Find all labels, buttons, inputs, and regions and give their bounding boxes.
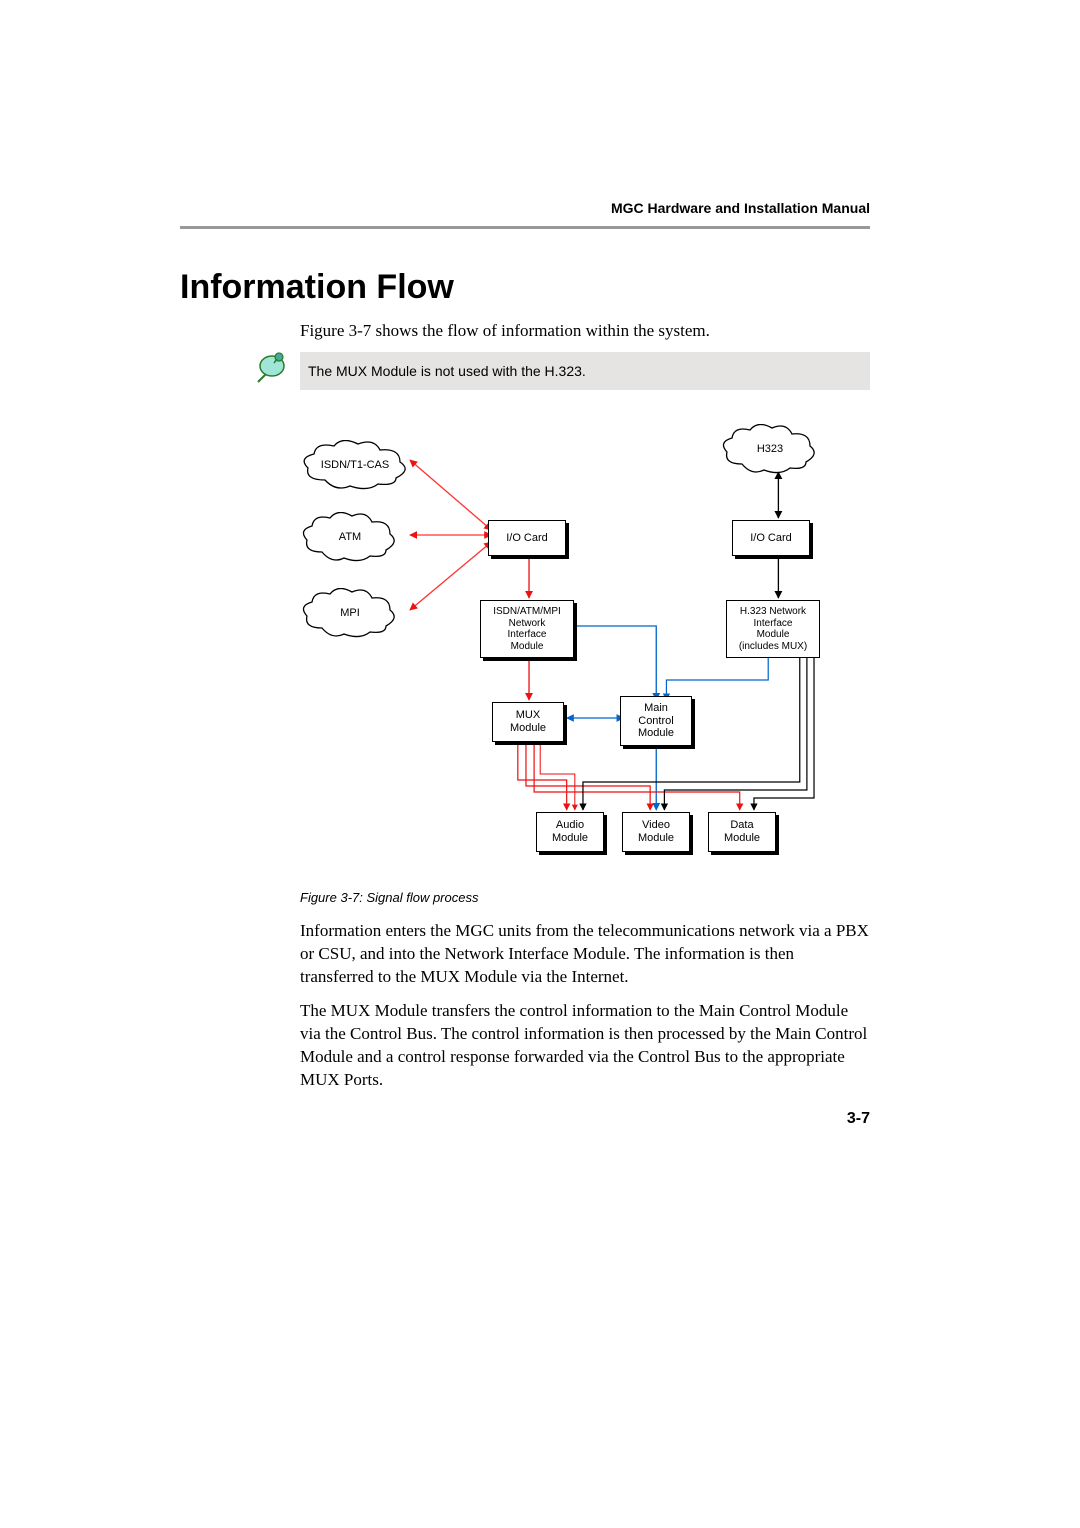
- cloud-atm: ATM: [300, 512, 400, 562]
- header-rule: [180, 226, 870, 229]
- figure-caption: Figure 3-7: Signal flow process: [300, 890, 478, 905]
- box-io-left: I/O Card: [488, 520, 566, 556]
- body-paragraph-1: Information enters the MGC units from th…: [300, 920, 870, 989]
- body-paragraph-2: The MUX Module transfers the control inf…: [300, 1000, 870, 1092]
- box-video: VideoModule: [622, 812, 690, 852]
- box-nim-left: ISDN/ATM/MPINetworkInterfaceModule: [480, 600, 574, 658]
- intro-text: Figure 3-7 shows the flow of information…: [300, 320, 870, 342]
- cloud-h323: H323: [720, 424, 820, 474]
- page-number: 3-7: [847, 1110, 870, 1128]
- box-nim-right: H.323 NetworkInterfaceModule(includes MU…: [726, 600, 820, 658]
- cloud-isdn: ISDN/T1-CAS: [300, 440, 410, 490]
- box-mux: MUXModule: [492, 702, 564, 742]
- page-title: Information Flow: [180, 268, 454, 307]
- box-main-control: MainControlModule: [620, 696, 692, 746]
- box-audio: AudioModule: [536, 812, 604, 852]
- note-pushpin-icon: [252, 348, 292, 388]
- box-data: DataModule: [708, 812, 776, 852]
- figure-signal-flow: ISDN/T1-CAS ATM MPI H323 I/O Card I/O Ca…: [300, 410, 870, 880]
- running-header: MGC Hardware and Installation Manual: [611, 200, 870, 216]
- cloud-mpi: MPI: [300, 588, 400, 638]
- note-callout: The MUX Module is not used with the H.32…: [300, 352, 870, 390]
- note-text: The MUX Module is not used with the H.32…: [308, 363, 586, 379]
- box-io-right: I/O Card: [732, 520, 810, 556]
